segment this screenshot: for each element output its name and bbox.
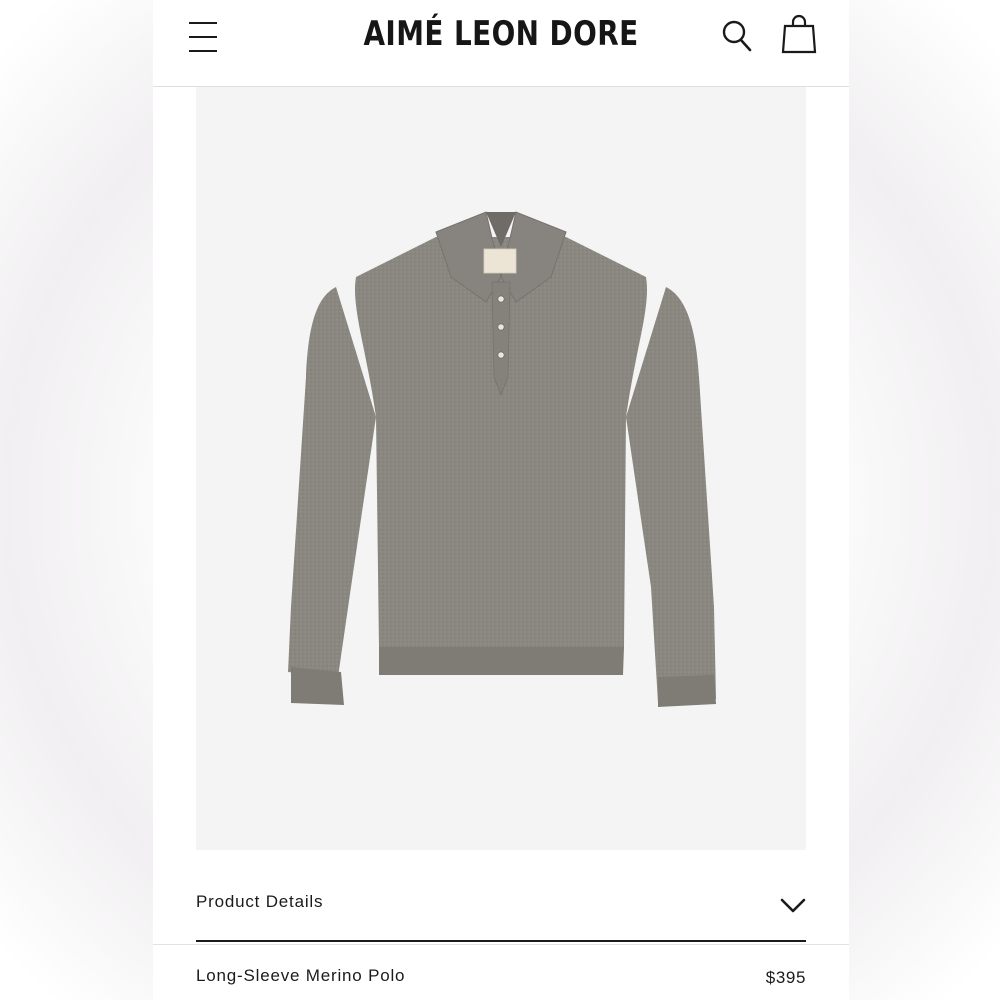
page-background: AIMÉ LEON DORE Product Details Long-Slee…	[0, 0, 1000, 1000]
product-name: Long-Sleeve Merino Polo	[196, 966, 406, 985]
product-details-label: Product Details	[196, 892, 324, 911]
search-icon[interactable]	[719, 16, 755, 56]
divider	[153, 944, 849, 945]
site-header: AIMÉ LEON DORE	[153, 0, 849, 87]
brand-logo[interactable]: AIMÉ LEON DORE	[216, 14, 787, 54]
mobile-viewport: AIMÉ LEON DORE Product Details Long-Slee…	[153, 0, 849, 1000]
product-image[interactable]	[196, 87, 806, 850]
chevron-down-icon[interactable]	[780, 894, 806, 916]
shopping-bag-icon[interactable]	[779, 12, 819, 56]
polo-sweater-illustration	[288, 211, 716, 707]
product-details-toggle[interactable]: Product Details	[196, 872, 806, 942]
product-price: $395	[765, 968, 806, 987]
